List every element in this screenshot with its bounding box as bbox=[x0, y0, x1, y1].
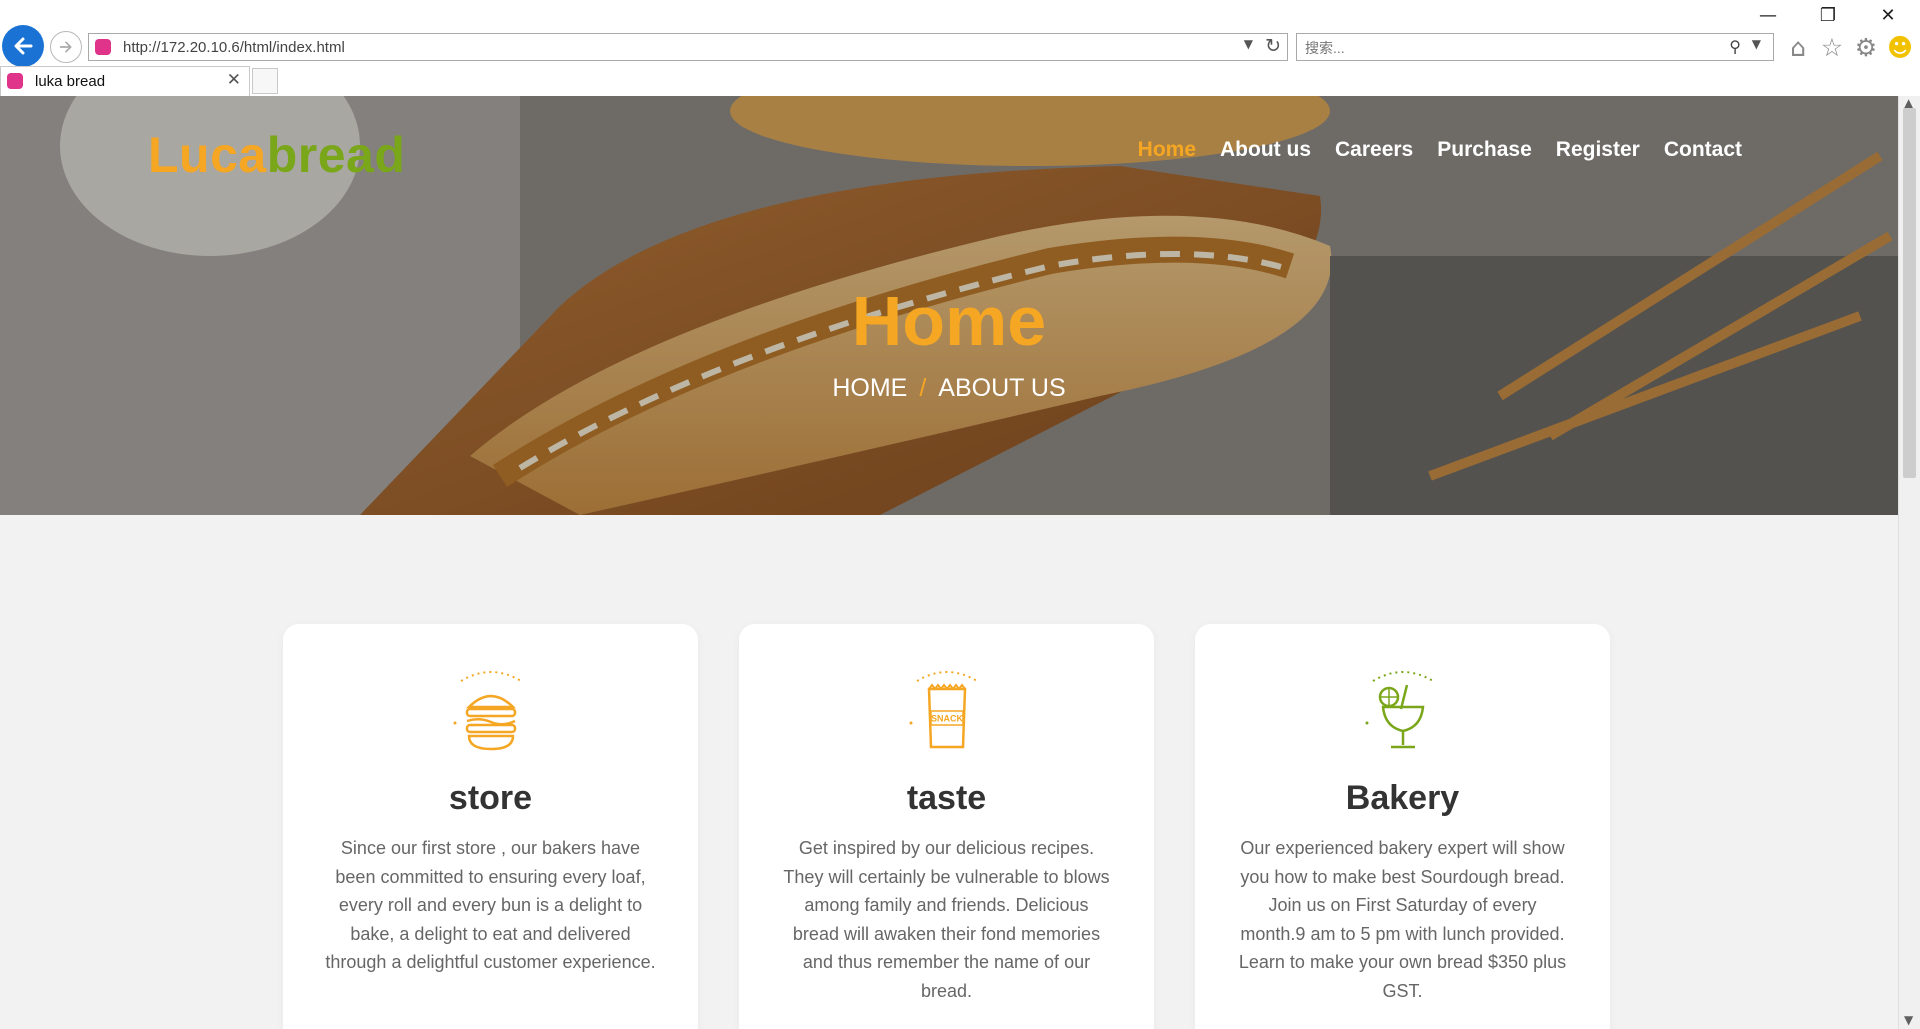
forward-arrow-icon bbox=[59, 41, 72, 53]
refresh-icon[interactable]: ↻ bbox=[1265, 35, 1281, 57]
site-favicon bbox=[95, 39, 111, 55]
home-icon[interactable]: ⌂ bbox=[1783, 32, 1813, 62]
hero-banner: Lucabread Home About us Careers Purchase… bbox=[0, 96, 1898, 515]
logo-text-luca: Luca bbox=[148, 127, 267, 183]
address-dropdown-icon[interactable]: ▼ bbox=[1244, 37, 1253, 51]
favorites-star-icon[interactable]: ☆ bbox=[1817, 32, 1847, 62]
smiley-feedback-icon[interactable]: ☻ bbox=[1885, 32, 1915, 62]
back-button[interactable] bbox=[2, 25, 44, 67]
nav-purchase[interactable]: Purchase bbox=[1437, 138, 1532, 162]
settings-gear-icon[interactable]: ⚙ bbox=[1851, 32, 1881, 62]
hero-title: Home bbox=[851, 282, 1047, 360]
page-scrollbar[interactable]: ▲ ▼ bbox=[1898, 96, 1920, 1029]
main-nav: Home About us Careers Purchase Register … bbox=[1138, 138, 1742, 162]
card-title: Bakery bbox=[1345, 779, 1460, 817]
address-bar[interactable]: http://172.20.10.6/html/index.html ▼ ↻ bbox=[88, 33, 1288, 61]
cocktail-icon bbox=[1195, 659, 1610, 759]
nav-contact[interactable]: Contact bbox=[1664, 138, 1742, 162]
card-text: Our experienced bakery expert will show … bbox=[1238, 838, 1567, 1001]
browser-tab[interactable]: luka bread ✕ bbox=[0, 66, 250, 96]
scroll-down-icon[interactable]: ▼ bbox=[1904, 1013, 1913, 1027]
new-tab-button[interactable] bbox=[252, 68, 278, 94]
snack-icon-label: SNACK bbox=[930, 714, 963, 724]
nav-careers[interactable]: Careers bbox=[1335, 138, 1413, 162]
breadcrumb-current: ABOUT US bbox=[938, 374, 1066, 402]
tab-favicon bbox=[7, 73, 23, 89]
site-logo[interactable]: Lucabread bbox=[148, 126, 405, 184]
card-store: store Since our first store , our bakers… bbox=[283, 624, 698, 1029]
close-icon[interactable]: ✕ bbox=[1865, 0, 1911, 30]
card-title: taste bbox=[906, 779, 987, 817]
search-box[interactable]: ⚲ ▼ bbox=[1296, 33, 1774, 61]
nav-register[interactable]: Register bbox=[1556, 138, 1640, 162]
burger-icon bbox=[283, 659, 698, 759]
card-text: Since our first store , our bakers have … bbox=[325, 838, 656, 972]
minimize-icon[interactable]: — bbox=[1745, 0, 1791, 30]
search-icon[interactable]: ⚲ bbox=[1729, 37, 1741, 56]
breadcrumb-home[interactable]: HOME bbox=[832, 374, 907, 402]
browser-chrome: — ❐ ✕ http://172.20.10.6/html/index.html… bbox=[0, 0, 1920, 97]
tab-close-icon[interactable]: ✕ bbox=[227, 70, 241, 90]
back-arrow-icon bbox=[14, 37, 33, 55]
restore-icon[interactable]: ❐ bbox=[1805, 0, 1851, 30]
card-bakery: Bakery Our experienced bakery expert wil… bbox=[1195, 624, 1610, 1029]
nav-about-us[interactable]: About us bbox=[1220, 138, 1311, 162]
page-viewport: Lucabread Home About us Careers Purchase… bbox=[0, 96, 1898, 1029]
search-dropdown-icon[interactable]: ▼ bbox=[1752, 37, 1761, 51]
forward-button[interactable] bbox=[50, 31, 82, 63]
nav-home[interactable]: Home bbox=[1138, 138, 1196, 162]
card-text: Get inspired by our delicious recipes. T… bbox=[783, 838, 1110, 1001]
address-url[interactable]: http://172.20.10.6/html/index.html bbox=[123, 39, 345, 56]
breadcrumb-separator: / bbox=[919, 374, 927, 402]
search-input[interactable] bbox=[1303, 37, 1707, 59]
card-taste: SNACK taste Get inspired by our deliciou… bbox=[739, 624, 1154, 1029]
snack-bag-icon: SNACK bbox=[739, 659, 1154, 759]
breadcrumb: HOME / ABOUT US bbox=[0, 374, 1898, 403]
scrollbar-thumb[interactable] bbox=[1903, 108, 1916, 478]
card-title: store bbox=[448, 779, 533, 817]
tab-title: luka bread bbox=[35, 73, 106, 90]
logo-text-bread: bread bbox=[266, 127, 406, 183]
